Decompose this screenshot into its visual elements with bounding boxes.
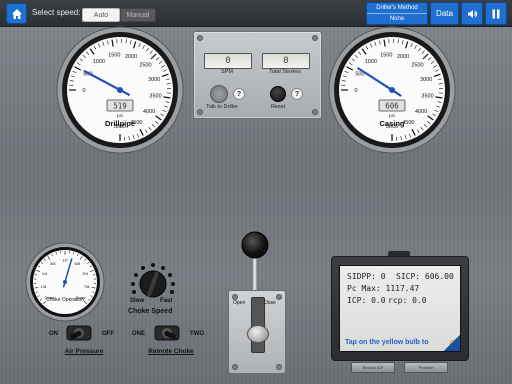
sidpp-value: SIDPP: 0 [347, 272, 386, 281]
gauge-tick-label: 4000 [415, 109, 427, 115]
air-pressure-toggle[interactable] [64, 322, 94, 344]
data-button[interactable]: Data [430, 2, 459, 25]
gauge-tick-label: 4000 [143, 109, 155, 115]
method-title: Driller's Method [367, 3, 427, 14]
speed-label: Select speed: [32, 8, 81, 17]
gauge-tick-label: 0 [82, 88, 85, 94]
gauge-tick-label: 3500 [421, 94, 433, 100]
screw [276, 294, 282, 300]
pause-icon [492, 9, 500, 18]
drillpipe-gauge: 0 500 1000 1500 2000 2500 3000 3500 4000 4500 5000… [55, 25, 185, 155]
gauge-hub [117, 87, 123, 93]
reset-help-button[interactable]: ? [291, 88, 303, 100]
choke-tick-label: 1/2 [62, 258, 68, 263]
air-off-label: OFF [102, 331, 114, 337]
spm-display: 0 [204, 53, 252, 69]
pc-max-value: Pc Max: 1117.47 [347, 284, 420, 293]
lever-base [247, 325, 269, 343]
air-on-label: ON [49, 331, 58, 337]
slow-label: Slow [130, 298, 145, 304]
lever-panel: Open Close [228, 290, 286, 374]
remote-one-label: ONE [132, 331, 146, 337]
choke-gauge-hub [63, 280, 67, 284]
choke-tick-label: 3/8 [50, 261, 56, 266]
record-icp-button[interactable]: Record ICP [351, 362, 395, 373]
talk-help-button[interactable]: ? [233, 88, 245, 100]
gauge-tick-label: 1500 [380, 52, 392, 58]
monitor-screen: SIDPP: 0 SICP: 606.00 Pc Max: 1117.47 IC… [339, 265, 461, 352]
choke-speed-control[interactable]: Slow Fast Choke Speed [126, 258, 182, 318]
reset-label: Reset [270, 104, 286, 110]
screw [312, 109, 318, 115]
gauge-unit: psi [389, 113, 395, 118]
total-strokes-label: Total Strokes [269, 69, 301, 75]
choke-tick-label: 3/4 [83, 271, 89, 276]
gauge-tick-label: 3500 [149, 94, 161, 100]
casing-gauge: 0 500 1000 1500 2000 2500 3000 3500 4000 4500 5000… [327, 25, 457, 155]
gauge-readout: 606 [385, 102, 399, 111]
gauge-unit: psi [117, 113, 123, 118]
home-button[interactable] [6, 3, 27, 24]
remote-two-label: TWO [190, 331, 204, 337]
method-selector[interactable]: Driller's Method None [366, 2, 428, 25]
problem-button[interactable]: Problem [404, 362, 448, 373]
method-value: None [389, 16, 405, 22]
talk-to-driller-button[interactable] [210, 85, 228, 103]
gauge-tick-label: 3000 [420, 77, 432, 83]
speed-manual-option[interactable]: Manual [120, 8, 156, 22]
sound-button[interactable] [461, 2, 483, 25]
rcp-value: rcp: 0.0 [388, 296, 427, 305]
hint-text: Tap on the yellow bulb to [345, 339, 429, 346]
screen-corner-decoration [444, 335, 460, 351]
choke-tick-label: 1/4 [42, 271, 48, 276]
speaker-icon [467, 9, 477, 18]
top-bar: Select speed: Auto Manual Driller's Meth… [0, 0, 512, 27]
talk-to-driller-label: Talk to Driller [206, 104, 238, 110]
icp-value: ICP: 0.0 [347, 296, 386, 305]
air-pressure-title: Air Pressure [64, 348, 104, 355]
gauge-tick-label: 0 [354, 88, 357, 94]
spm-label: SPM [221, 69, 233, 75]
home-icon [11, 8, 22, 19]
choke-tick-label: 1/8 [41, 284, 47, 289]
gauge-title: Drillpipe [105, 119, 135, 128]
gauge-tick-label: 3000 [148, 77, 160, 83]
screw [197, 35, 203, 41]
gauge-hub [389, 87, 395, 93]
gauge-tick-label: 2000 [125, 54, 137, 60]
speed-auto-option[interactable]: Auto [82, 8, 120, 22]
screw [276, 364, 282, 370]
screw [312, 35, 318, 41]
gauge-tick-label: 2500 [411, 63, 423, 69]
reset-button[interactable] [270, 86, 286, 102]
pump-panel: 0 SPM 0 Total Strokes ? Talk to Driller … [193, 31, 322, 119]
remote-choke-title: Remote Choke [148, 348, 194, 355]
remote-choke-toggle[interactable] [152, 322, 182, 344]
gauge-tick-label: 1500 [108, 52, 120, 58]
gauge-title: Casing [379, 119, 404, 128]
gauge-tick-label: 1000 [93, 59, 105, 65]
gauge-tick-label: 1000 [365, 59, 377, 65]
choke-tick-label: 7/8 [84, 284, 90, 289]
total-strokes-display: 0 [262, 53, 310, 69]
choke-tick-label: 5/8 [74, 261, 80, 266]
choke-speed-title: Choke Speed [128, 308, 173, 315]
gauge-readout: 519 [113, 102, 127, 111]
choke-operation-gauge: Open 1/8 1/4 3/8 1/2 5/8 3/4 7/8 Close Choke Oper… [25, 242, 105, 322]
pause-button[interactable] [485, 2, 507, 25]
status-monitor: SIDPP: 0 SICP: 606.00 Pc Max: 1117.47 IC… [331, 256, 469, 361]
sicp-value: SICP: 606.00 [396, 272, 454, 281]
gauge-tick-label: 2000 [397, 54, 409, 60]
screw [232, 364, 238, 370]
choke-gauge-title: Choke Operation [46, 297, 84, 303]
fast-label: Fast [160, 298, 173, 304]
gauge-tick-label: 2500 [139, 63, 151, 69]
lever-open-label: Open [233, 300, 246, 306]
